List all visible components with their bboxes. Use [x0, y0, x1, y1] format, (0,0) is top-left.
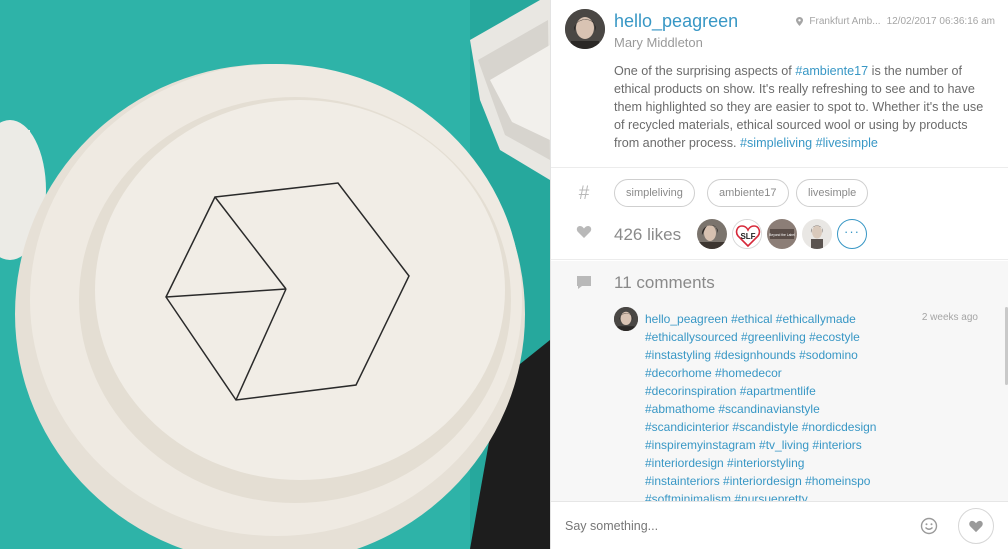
post-photo	[0, 0, 550, 549]
liker-badge-text: SLF	[740, 232, 755, 241]
more-likers-button[interactable]: ···	[837, 219, 867, 249]
comment-hashtags[interactable]: #ethicallysourced #greenliving #ecostyle	[645, 328, 945, 346]
commenter-username[interactable]: hello_peagreen	[645, 312, 728, 326]
caption-hashtag[interactable]: #simpleliving	[740, 136, 812, 150]
tags-row: # simpleliving ambiente17 livesimple	[551, 168, 1008, 218]
tag-pill[interactable]: ambiente17	[707, 179, 789, 207]
heart-icon	[574, 224, 594, 245]
post-location[interactable]: Frankfurt Amb...	[809, 16, 880, 27]
comment-hashtags[interactable]: #instastyling #designhounds #sodomino	[645, 346, 945, 364]
post-header: hello_peagreen Mary Middleton Frankfurt …	[551, 0, 1008, 168]
author-username[interactable]: hello_peagreen	[614, 11, 738, 32]
post-details-panel: hello_peagreen Mary Middleton Frankfurt …	[550, 0, 1008, 549]
tag-pill[interactable]: simpleliving	[614, 179, 695, 207]
comment-bubble-icon	[574, 275, 594, 295]
liker-avatar[interactable]	[697, 219, 727, 249]
likes-count[interactable]: 426 likes	[614, 225, 681, 245]
comments-section: 11 comments hello_peagreen #ethical #eth…	[551, 261, 1008, 501]
tag-pill[interactable]: livesimple	[796, 179, 869, 207]
comment-hashtags[interactable]: #scandicinterior #scandistyle #nordicdes…	[645, 418, 945, 436]
likes-row: 426 likes SLF Beyond the Label ···	[551, 215, 1008, 260]
comment-input[interactable]	[565, 512, 905, 540]
liker-badge-text: Beyond the Label	[769, 233, 795, 237]
comment-hashtags[interactable]: #softminimalism #nursuepretty	[645, 490, 945, 501]
like-button[interactable]	[958, 508, 994, 544]
caption-hashtag[interactable]: #ambiente17	[795, 64, 868, 78]
liker-avatar[interactable]: Beyond the Label	[767, 219, 797, 249]
comment-text: hello_peagreen #ethical #ethicallymade #…	[645, 310, 945, 501]
post-timestamp: 12/02/2017 06:36:16 am	[886, 16, 995, 27]
liker-avatar[interactable]: SLF	[732, 219, 762, 249]
comment-hashtags[interactable]: #decorinspiration #apartmentlife	[645, 382, 945, 400]
post-meta: Frankfurt Amb... 12/02/2017 06:36:16 am	[796, 16, 995, 27]
comment-hashtags[interactable]: #abmathome #scandinavianstyle	[645, 400, 945, 418]
smiley-icon[interactable]	[920, 517, 938, 535]
liker-avatar[interactable]	[802, 219, 832, 249]
comment-hashtags[interactable]: #instainteriors #interiordesign #homeins…	[645, 472, 945, 490]
location-pin-icon	[796, 17, 804, 26]
author-full-name: Mary Middleton	[614, 35, 703, 50]
comment-hashtags[interactable]: #inspiremyinstagram #tv_living #interior…	[645, 436, 945, 454]
caption-hashtag[interactable]: #livesimple	[816, 136, 878, 150]
heart-icon	[969, 520, 983, 532]
comments-count[interactable]: 11 comments	[614, 273, 715, 293]
author-avatar[interactable]	[565, 9, 605, 49]
post-caption: One of the surprising aspects of #ambien…	[614, 64, 984, 150]
hashtag-icon: #	[578, 183, 590, 204]
comment-hashtags[interactable]: #decorhome #homedecor	[645, 364, 945, 382]
comment-time: 2 weeks ago	[921, 312, 978, 323]
comment-composer	[551, 501, 1008, 549]
comment-hashtags[interactable]: #ethical #ethicallymade	[731, 312, 856, 326]
commenter-avatar[interactable]	[614, 307, 638, 331]
comment-hashtags[interactable]: #interiordesign #interiorstyling	[645, 454, 945, 472]
